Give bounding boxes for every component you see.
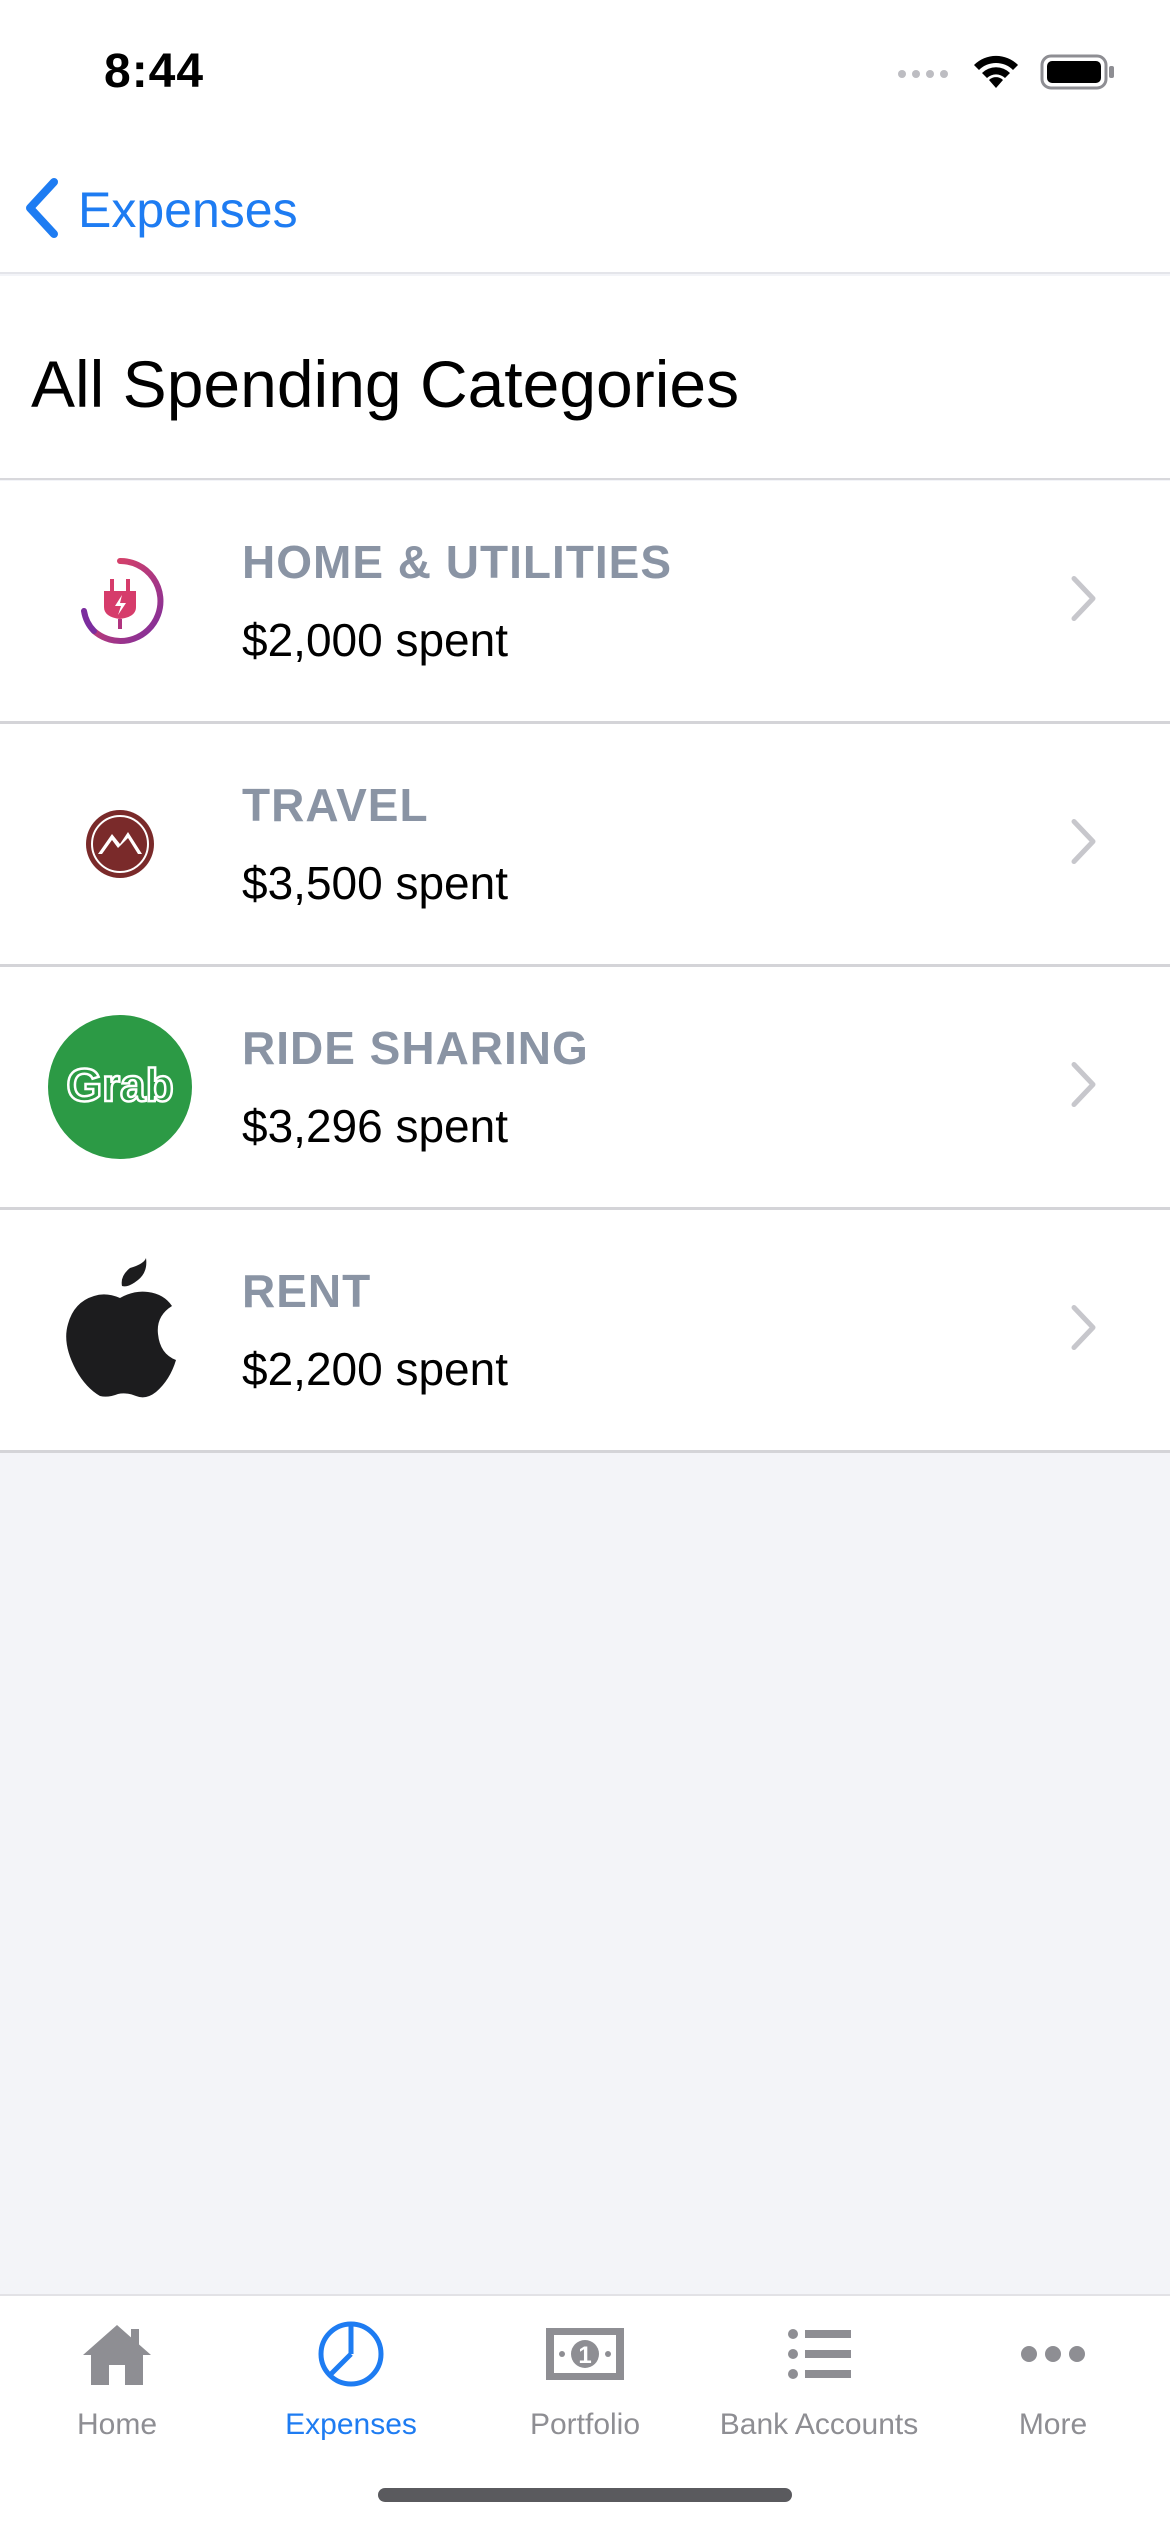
status-icons bbox=[896, 52, 1116, 97]
category-title: HOME & UTILITIES bbox=[242, 536, 672, 588]
power-plug-icon bbox=[48, 529, 192, 673]
mountain-icon bbox=[48, 772, 192, 916]
tab-label: Bank Accounts bbox=[719, 2408, 919, 2441]
home-icon bbox=[67, 2314, 167, 2394]
category-row-home-utilities[interactable]: HOME & UTILITIES $2,000 spent bbox=[0, 481, 1170, 724]
tab-label: Portfolio bbox=[529, 2408, 641, 2441]
tab-home[interactable]: Home bbox=[0, 2314, 234, 2454]
banknote-icon: 1 bbox=[535, 2314, 635, 2394]
category-row-ride-sharing[interactable]: Grab RIDE SHARING $3,296 spent bbox=[0, 967, 1170, 1210]
tab-label: More bbox=[1018, 2408, 1088, 2441]
wifi-icon bbox=[970, 52, 1022, 97]
status-bar: 8:44 bbox=[0, 0, 1170, 150]
page-title: All Spending Categories bbox=[31, 347, 740, 421]
category-row-rent[interactable]: RENT $2,200 spent bbox=[0, 1210, 1170, 1453]
category-amount: $3,500 spent bbox=[242, 857, 509, 909]
pie-chart-icon bbox=[301, 2314, 401, 2394]
tab-bank-accounts[interactable]: Bank Accounts bbox=[702, 2314, 936, 2454]
status-time: 8:44 bbox=[104, 45, 205, 98]
chevron-left-icon bbox=[22, 176, 62, 245]
category-amount: $3,296 spent bbox=[242, 1100, 509, 1152]
back-button[interactable]: Expenses bbox=[22, 172, 298, 248]
tab-portfolio[interactable]: 1 Portfolio bbox=[468, 2314, 702, 2454]
category-amount: $2,000 spent bbox=[242, 614, 509, 666]
chevron-right-icon bbox=[1068, 1061, 1098, 1114]
tab-more[interactable]: More bbox=[936, 2314, 1170, 2454]
back-button-label: Expenses bbox=[78, 182, 298, 238]
category-row-travel[interactable]: TRAVEL $3,500 spent bbox=[0, 724, 1170, 967]
category-title: RENT bbox=[242, 1265, 372, 1317]
chevron-right-icon bbox=[1068, 1304, 1098, 1357]
category-title: TRAVEL bbox=[242, 779, 429, 831]
battery-icon bbox=[1040, 54, 1116, 95]
apple-logo bbox=[48, 1258, 192, 1402]
tab-label: Home bbox=[76, 2408, 158, 2441]
grab-logo-text: Grab bbox=[66, 1059, 173, 1111]
chevron-right-icon bbox=[1068, 818, 1098, 871]
category-title: RIDE SHARING bbox=[242, 1022, 589, 1074]
chevron-right-icon bbox=[1068, 575, 1098, 628]
tab-label: Expenses bbox=[285, 2408, 417, 2441]
navigation-bar: Expenses bbox=[0, 150, 1170, 274]
page-header: All Spending Categories bbox=[0, 276, 1170, 480]
more-icon bbox=[1003, 2314, 1103, 2394]
grab-logo: Grab bbox=[48, 1015, 192, 1159]
list-icon bbox=[769, 2314, 869, 2394]
cellular-signal-icon bbox=[896, 62, 952, 87]
category-list: HOME & UTILITIES $2,000 spent TRAVEL $3,… bbox=[0, 481, 1170, 1453]
category-amount: $2,200 spent bbox=[242, 1343, 509, 1395]
tab-expenses[interactable]: Expenses bbox=[234, 2314, 468, 2454]
svg-text:1: 1 bbox=[578, 2342, 591, 2369]
home-indicator[interactable] bbox=[378, 2488, 792, 2502]
